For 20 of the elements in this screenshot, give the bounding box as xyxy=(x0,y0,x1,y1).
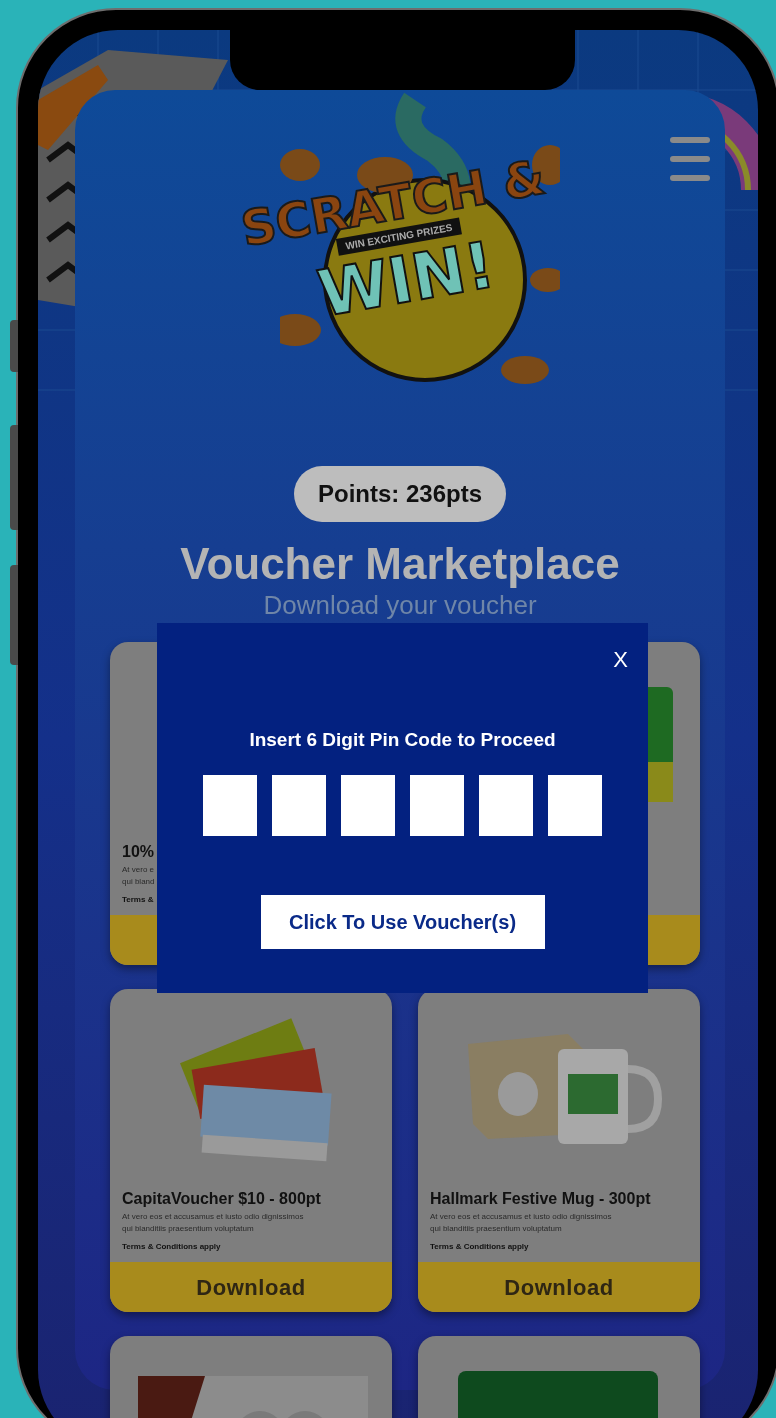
card-description: qui blanditiis praesentium voluptatum xyxy=(122,1223,255,1235)
download-button[interactable]: Download xyxy=(418,1262,700,1312)
terms-text: Terms & xyxy=(122,894,155,906)
card-title: CapitaVoucher $10 - 800pt xyxy=(122,1189,322,1209)
close-button[interactable]: X xyxy=(613,649,628,671)
card-title: 10% xyxy=(122,842,156,862)
card-description: At vero e xyxy=(122,864,155,876)
page-heading: Voucher Marketplace xyxy=(180,538,620,590)
use-voucher-button[interactable]: Click To Use Voucher(s) xyxy=(260,894,545,949)
card-title: Hallmark Festive Mug - 300pt xyxy=(430,1189,652,1209)
card-description: At vero eos et accusamus et iusto odio dignissimos xyxy=(430,1211,613,1223)
points-badge: Points: 236pts xyxy=(293,466,506,522)
terms-text: Terms & Conditions apply xyxy=(430,1241,530,1253)
modal-prompt: Insert 6 Digit Pin Code to Proceed xyxy=(249,728,556,752)
download-button[interactable]: Download xyxy=(110,1262,392,1312)
card-description: At vero eos et accusamus et iusto odio dignissimos xyxy=(122,1211,305,1223)
page-subheading: Download your voucher xyxy=(263,590,537,620)
card-description: qui bland xyxy=(122,876,156,888)
terms-text: Terms & Conditions apply xyxy=(122,1241,222,1253)
card-description: qui blanditiis praesentium voluptatum xyxy=(430,1223,563,1235)
